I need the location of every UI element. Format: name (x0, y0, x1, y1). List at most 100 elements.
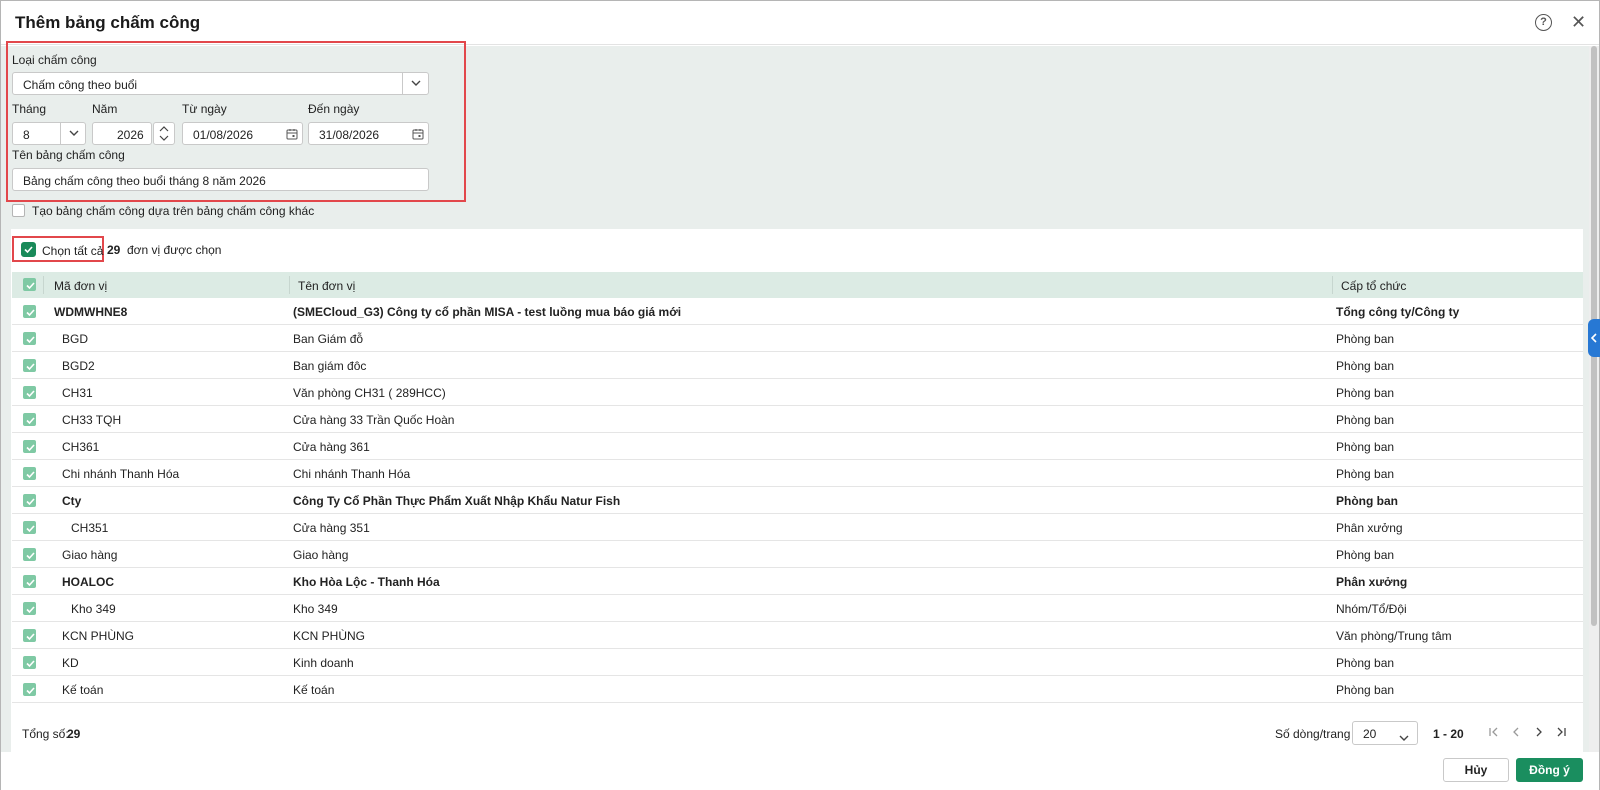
page-range: 1 - 20 (1433, 727, 1464, 741)
cancel-button[interactable]: Hủy (1443, 758, 1509, 782)
cell-code: Kế toán (62, 683, 104, 697)
last-page-icon[interactable] (1554, 724, 1568, 740)
row-checkbox[interactable] (23, 332, 36, 345)
stepper-icon[interactable] (154, 123, 174, 144)
cell-code: CH33 TQH (62, 413, 122, 427)
rows-per-page-select[interactable]: 20 (1352, 721, 1418, 745)
cell-level: Phòng ban (1336, 332, 1395, 346)
base-on-other-checkbox[interactable] (12, 204, 25, 217)
table-row[interactable]: Kế toán Kế toán Phòng ban (12, 676, 1583, 703)
year-label: Năm (92, 102, 118, 116)
column-header-name[interactable]: Tên đơn vị (298, 279, 355, 293)
table-row[interactable]: CH31 Văn phòng CH31 ( 289HCC) Phòng ban (12, 379, 1583, 406)
dialog: Thêm bảng chấm công ? ✕ Loại chấm công C… (0, 0, 1600, 790)
cell-name: Cửa hàng 351 (293, 521, 370, 535)
row-checkbox[interactable] (23, 575, 36, 588)
side-panel-toggle[interactable] (1588, 319, 1600, 357)
year-stepper[interactable] (153, 122, 175, 145)
cell-level: Tổng công ty/Công ty (1336, 305, 1460, 319)
cell-name: KCN PHÙNG (293, 629, 366, 643)
cell-code: BGD2 (62, 359, 95, 373)
row-checkbox[interactable] (23, 629, 36, 642)
chevron-down-icon[interactable] (402, 73, 428, 94)
table-row[interactable]: KD Kinh doanh Phòng ban (12, 649, 1583, 676)
from-date-input[interactable]: 01/08/2026 (182, 122, 303, 145)
column-divider (289, 276, 290, 294)
row-checkbox[interactable] (23, 305, 36, 318)
prev-page-icon[interactable] (1509, 724, 1523, 740)
table-row[interactable]: CH351 Cửa hàng 351 Phân xưởng (12, 514, 1583, 541)
chevron-down-icon[interactable] (1399, 730, 1409, 744)
cell-level: Nhóm/Tổ/Đội (1336, 602, 1407, 616)
column-header-code[interactable]: Mã đơn vị (54, 279, 107, 293)
row-checkbox[interactable] (23, 548, 36, 561)
cell-name: Kho 349 (293, 602, 338, 616)
calendar-icon[interactable] (412, 128, 424, 140)
column-header-level[interactable]: Cấp tổ chức (1341, 279, 1406, 293)
close-icon[interactable]: ✕ (1571, 12, 1586, 32)
table-row[interactable]: Giao hàng Giao hàng Phòng ban (12, 541, 1583, 568)
selected-count: 29 (107, 243, 121, 257)
calendar-icon[interactable] (286, 128, 298, 140)
table-row[interactable]: BGD2 Ban giám đôc Phòng ban (12, 352, 1583, 379)
year-input[interactable]: 2026 (92, 122, 152, 145)
row-checkbox[interactable] (23, 521, 36, 534)
cell-name: Công Ty Cổ Phần Thực Phẩm Xuất Nhập Khẩu… (293, 494, 621, 508)
timesheet-name-input[interactable]: Bảng chấm công theo buổi tháng 8 năm 202… (12, 168, 429, 191)
row-checkbox[interactable] (23, 683, 36, 696)
type-select[interactable]: Chấm công theo buổi (12, 72, 429, 95)
cell-code: CH31 (62, 386, 93, 400)
help-icon[interactable]: ? (1535, 14, 1552, 31)
cell-code: Kho 349 (71, 602, 116, 616)
cell-name: (SMECloud_G3) Công ty cổ phần MISA - tes… (293, 305, 682, 319)
row-checkbox[interactable] (23, 359, 36, 372)
row-checkbox[interactable] (23, 386, 36, 399)
month-select[interactable]: 8 (12, 122, 86, 145)
row-checkbox[interactable] (23, 440, 36, 453)
check-icon (26, 417, 35, 425)
chevron-down-icon[interactable] (60, 123, 86, 144)
check-icon (26, 525, 35, 533)
cell-level: Phân xưởng (1336, 521, 1403, 535)
cell-level: Phân xưởng (1336, 575, 1408, 589)
row-checkbox[interactable] (23, 602, 36, 615)
table-row[interactable]: CH361 Cửa hàng 361 Phòng ban (12, 433, 1583, 460)
table-row[interactable]: Kho 349 Kho 349 Nhóm/Tổ/Đội (12, 595, 1583, 622)
base-on-other-label: Tạo bảng chấm công dựa trên bảng chấm cô… (32, 204, 315, 218)
row-checkbox[interactable] (23, 467, 36, 480)
year-value: 2026 (117, 128, 144, 142)
cell-name: Kế toán (293, 683, 335, 697)
table-row[interactable]: WDMWHNE8 (SMECloud_G3) Công ty cổ phần MI… (12, 298, 1583, 325)
cell-level: Phòng ban (1336, 548, 1395, 562)
table-row[interactable]: BGD Ban Giám đỗ Phòng ban (12, 325, 1583, 352)
next-page-icon[interactable] (1532, 724, 1546, 740)
to-date-value: 31/08/2026 (319, 128, 380, 142)
table-row[interactable]: KCN PHÙNG KCN PHÙNG Văn phòng/Trung tâm (12, 622, 1583, 649)
check-icon (26, 282, 35, 290)
check-icon (26, 606, 35, 614)
column-divider (1332, 276, 1333, 294)
row-checkbox[interactable] (23, 413, 36, 426)
row-checkbox[interactable] (23, 656, 36, 669)
cell-name: Văn phòng CH31 ( 289HCC) (293, 386, 446, 400)
cell-name: Giao hàng (293, 548, 349, 562)
first-page-icon[interactable] (1487, 724, 1501, 740)
type-label: Loại chấm công (12, 53, 97, 67)
cell-level: Phòng ban (1336, 440, 1395, 454)
header-checkbox[interactable] (23, 278, 36, 291)
to-date-input[interactable]: 31/08/2026 (308, 122, 429, 145)
ok-button[interactable]: Đồng ý (1516, 758, 1583, 782)
timesheet-name-value: Bảng chấm công theo buổi tháng 8 năm 202… (23, 174, 266, 188)
cell-level: Văn phòng/Trung tâm (1336, 629, 1452, 643)
table-row[interactable]: Chi nhánh Thanh Hóa Chi nhánh Thanh Hóa Ph… (12, 460, 1583, 487)
cell-level: Phòng ban (1336, 656, 1395, 670)
select-all-label[interactable]: Chọn tất cả (42, 244, 103, 258)
scrollbar[interactable] (1589, 46, 1599, 752)
table-row[interactable]: HOALOC Kho Hòa Lộc - Thanh Hóa Phân xưởng (12, 568, 1583, 595)
cell-level: Phòng ban (1336, 413, 1395, 427)
cell-level: Phòng ban (1336, 386, 1395, 400)
row-checkbox[interactable] (23, 494, 36, 507)
table-row[interactable]: CH33 TQH Cửa hàng 33 Trần Quốc Hoàn Phòng … (12, 406, 1583, 433)
table-row[interactable]: Cty Công Ty Cổ Phần Thực Phẩm Xuất Nhập K… (12, 487, 1583, 514)
select-all-checkbox[interactable] (21, 242, 36, 257)
